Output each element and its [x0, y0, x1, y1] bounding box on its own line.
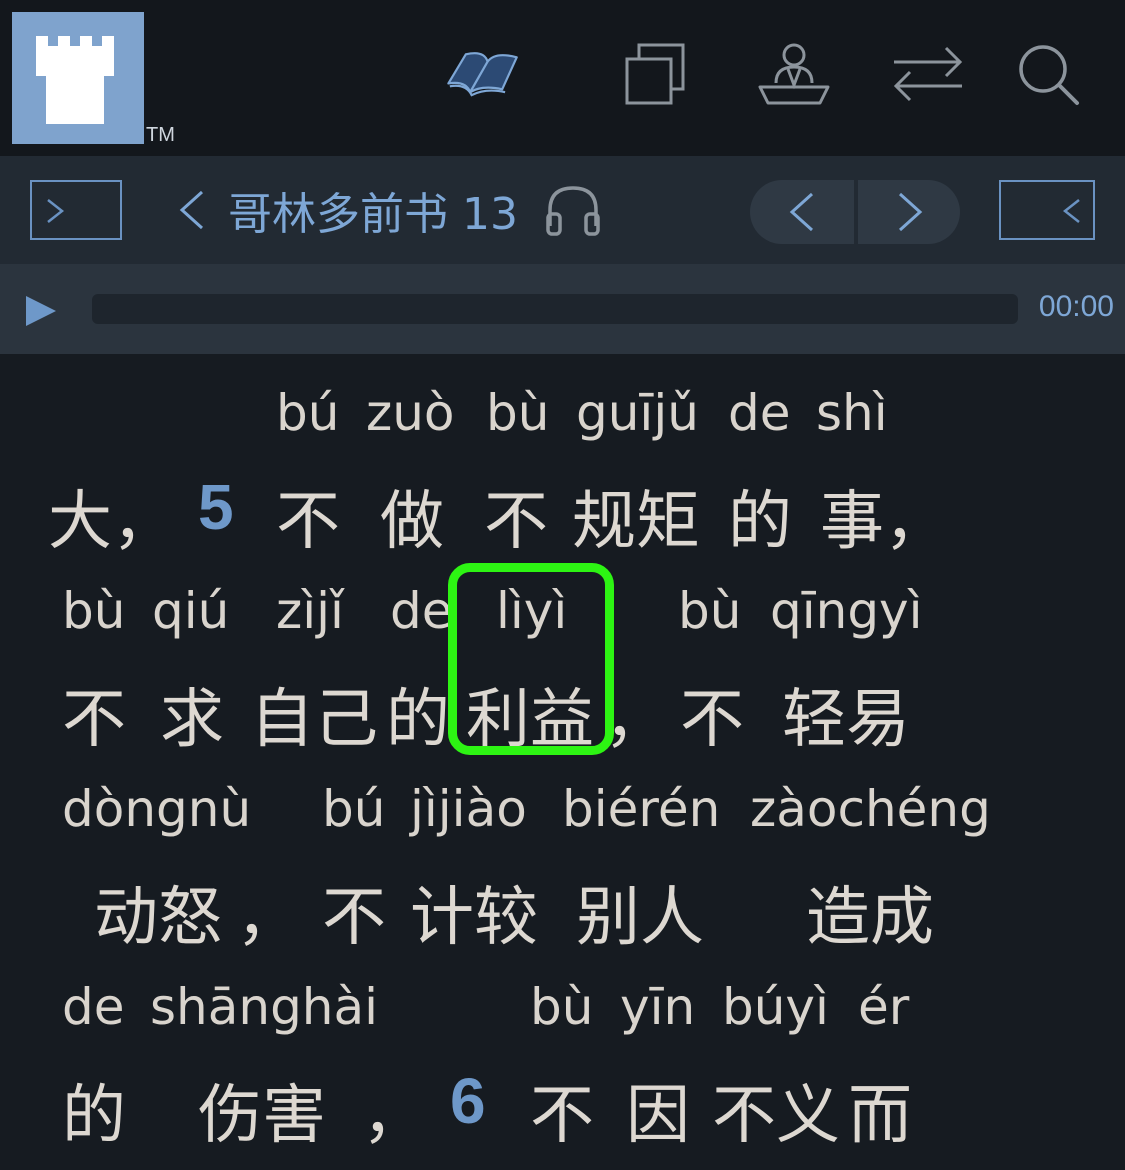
pinyin-word[interactable]: búyì	[722, 978, 829, 1036]
pinyin-word[interactable]: biérén	[562, 780, 720, 838]
hanzi-word[interactable]: 计较	[410, 866, 538, 958]
expand-left-panel-button[interactable]	[30, 180, 122, 240]
verse-number: 6	[450, 1065, 486, 1137]
play-icon[interactable]	[24, 294, 58, 328]
chapter-selector[interactable]: 哥林多前书 13	[174, 178, 602, 242]
next-chapter-button[interactable]	[858, 180, 960, 244]
hanzi-word[interactable]: 事，	[820, 470, 948, 562]
hanzi-word[interactable]: 伤害	[198, 1064, 326, 1156]
hanzi-word[interactable]: 的	[386, 668, 450, 760]
hanzi-word[interactable]: 做	[380, 470, 444, 562]
pinyin-word[interactable]: bù	[486, 384, 549, 442]
chevron-left-icon	[179, 190, 204, 230]
chapter-navigation-bar: 哥林多前书 13	[0, 156, 1125, 264]
hanzi-word[interactable]: 的	[62, 1064, 126, 1156]
pinyin-word[interactable]: ér	[858, 978, 909, 1036]
trademark-mark: TM	[146, 124, 175, 146]
pinyin-word[interactable]: shānghài	[150, 978, 378, 1036]
chevron-left-icon	[789, 192, 814, 232]
verse-number: 5	[198, 471, 234, 543]
hanzi-word[interactable]: 不	[530, 1064, 594, 1156]
pinyin-word[interactable]: de	[728, 384, 791, 442]
pinyin-word[interactable]: de	[390, 582, 453, 640]
book-icon[interactable]	[444, 36, 524, 112]
hanzi-word[interactable]: 别人	[576, 866, 704, 958]
app-logo-tower-icon[interactable]	[12, 12, 144, 144]
audio-time: 00:00	[1038, 290, 1114, 323]
hanzi-word[interactable]: 造成	[806, 866, 934, 958]
hanzi-word[interactable]: 规矩	[572, 470, 700, 562]
chevron-left-icon	[1062, 199, 1080, 223]
copy-icon[interactable]	[614, 36, 694, 112]
hanzi-word[interactable]: 不	[276, 470, 340, 562]
pinyin-word[interactable]: dòngnù	[62, 780, 251, 838]
pinyin-word[interactable]: qiú	[152, 582, 229, 640]
audio-player-bar: 00:00	[0, 264, 1125, 354]
chevron-right-icon	[47, 199, 65, 223]
hanzi-word[interactable]: 的	[728, 470, 792, 562]
hanzi-punctuation: ，	[236, 881, 300, 955]
hanzi-word[interactable]: 不	[680, 668, 744, 760]
prev-next-chapter-control	[750, 180, 960, 244]
pinyin-word[interactable]: bù	[62, 582, 125, 640]
pinyin-word[interactable]: jìjiào	[410, 780, 527, 838]
hanzi-word[interactable]: 不义	[712, 1064, 840, 1156]
pinyin-word[interactable]: shì	[816, 384, 888, 442]
top-app-bar: TM	[0, 0, 1125, 156]
audio-progress-track[interactable]	[92, 294, 1018, 324]
pinyin-word[interactable]: bú	[276, 384, 339, 442]
pinyin-word[interactable]: qīngyì	[770, 582, 923, 640]
pinyin-word[interactable]: zìjǐ	[276, 582, 344, 640]
pinyin-word[interactable]: bù	[530, 978, 593, 1036]
selected-word-highlight	[448, 563, 614, 755]
previous-chapter-button[interactable]	[750, 180, 854, 244]
hanzi-word[interactable]: 动怒	[94, 866, 222, 958]
hanzi-word[interactable]: 不	[62, 668, 126, 760]
hanzi-word[interactable]: 求	[160, 668, 224, 760]
pinyin-word[interactable]: yīn	[620, 978, 695, 1036]
pinyin-word[interactable]: zuò	[366, 384, 455, 442]
chapter-title: 哥林多前书 13	[228, 189, 518, 240]
pinyin-word[interactable]: bù	[678, 582, 741, 640]
expand-right-panel-button[interactable]	[999, 180, 1095, 240]
hanzi-word[interactable]: 大，	[48, 470, 176, 562]
hanzi-punctuation: ，	[362, 1079, 426, 1153]
chevron-right-icon	[898, 192, 923, 232]
hanzi-word[interactable]: 不	[484, 470, 548, 562]
pinyin-word[interactable]: bú	[322, 780, 385, 838]
pinyin-word[interactable]: de	[62, 978, 125, 1036]
swap-arrows-icon[interactable]	[888, 36, 968, 112]
headphones-icon[interactable]	[544, 182, 602, 238]
hanzi-word[interactable]: 自己	[250, 668, 378, 760]
pinyin-word[interactable]: zàochéng	[750, 780, 991, 838]
hanzi-word[interactable]: 而	[848, 1064, 912, 1156]
hanzi-word[interactable]: 轻易	[782, 668, 910, 760]
search-icon[interactable]	[1008, 36, 1088, 112]
hanzi-word[interactable]: 因	[626, 1064, 690, 1156]
pinyin-word[interactable]: guījǔ	[576, 384, 699, 442]
person-at-desk-icon[interactable]	[754, 36, 834, 112]
hanzi-word[interactable]: 不	[322, 866, 386, 958]
